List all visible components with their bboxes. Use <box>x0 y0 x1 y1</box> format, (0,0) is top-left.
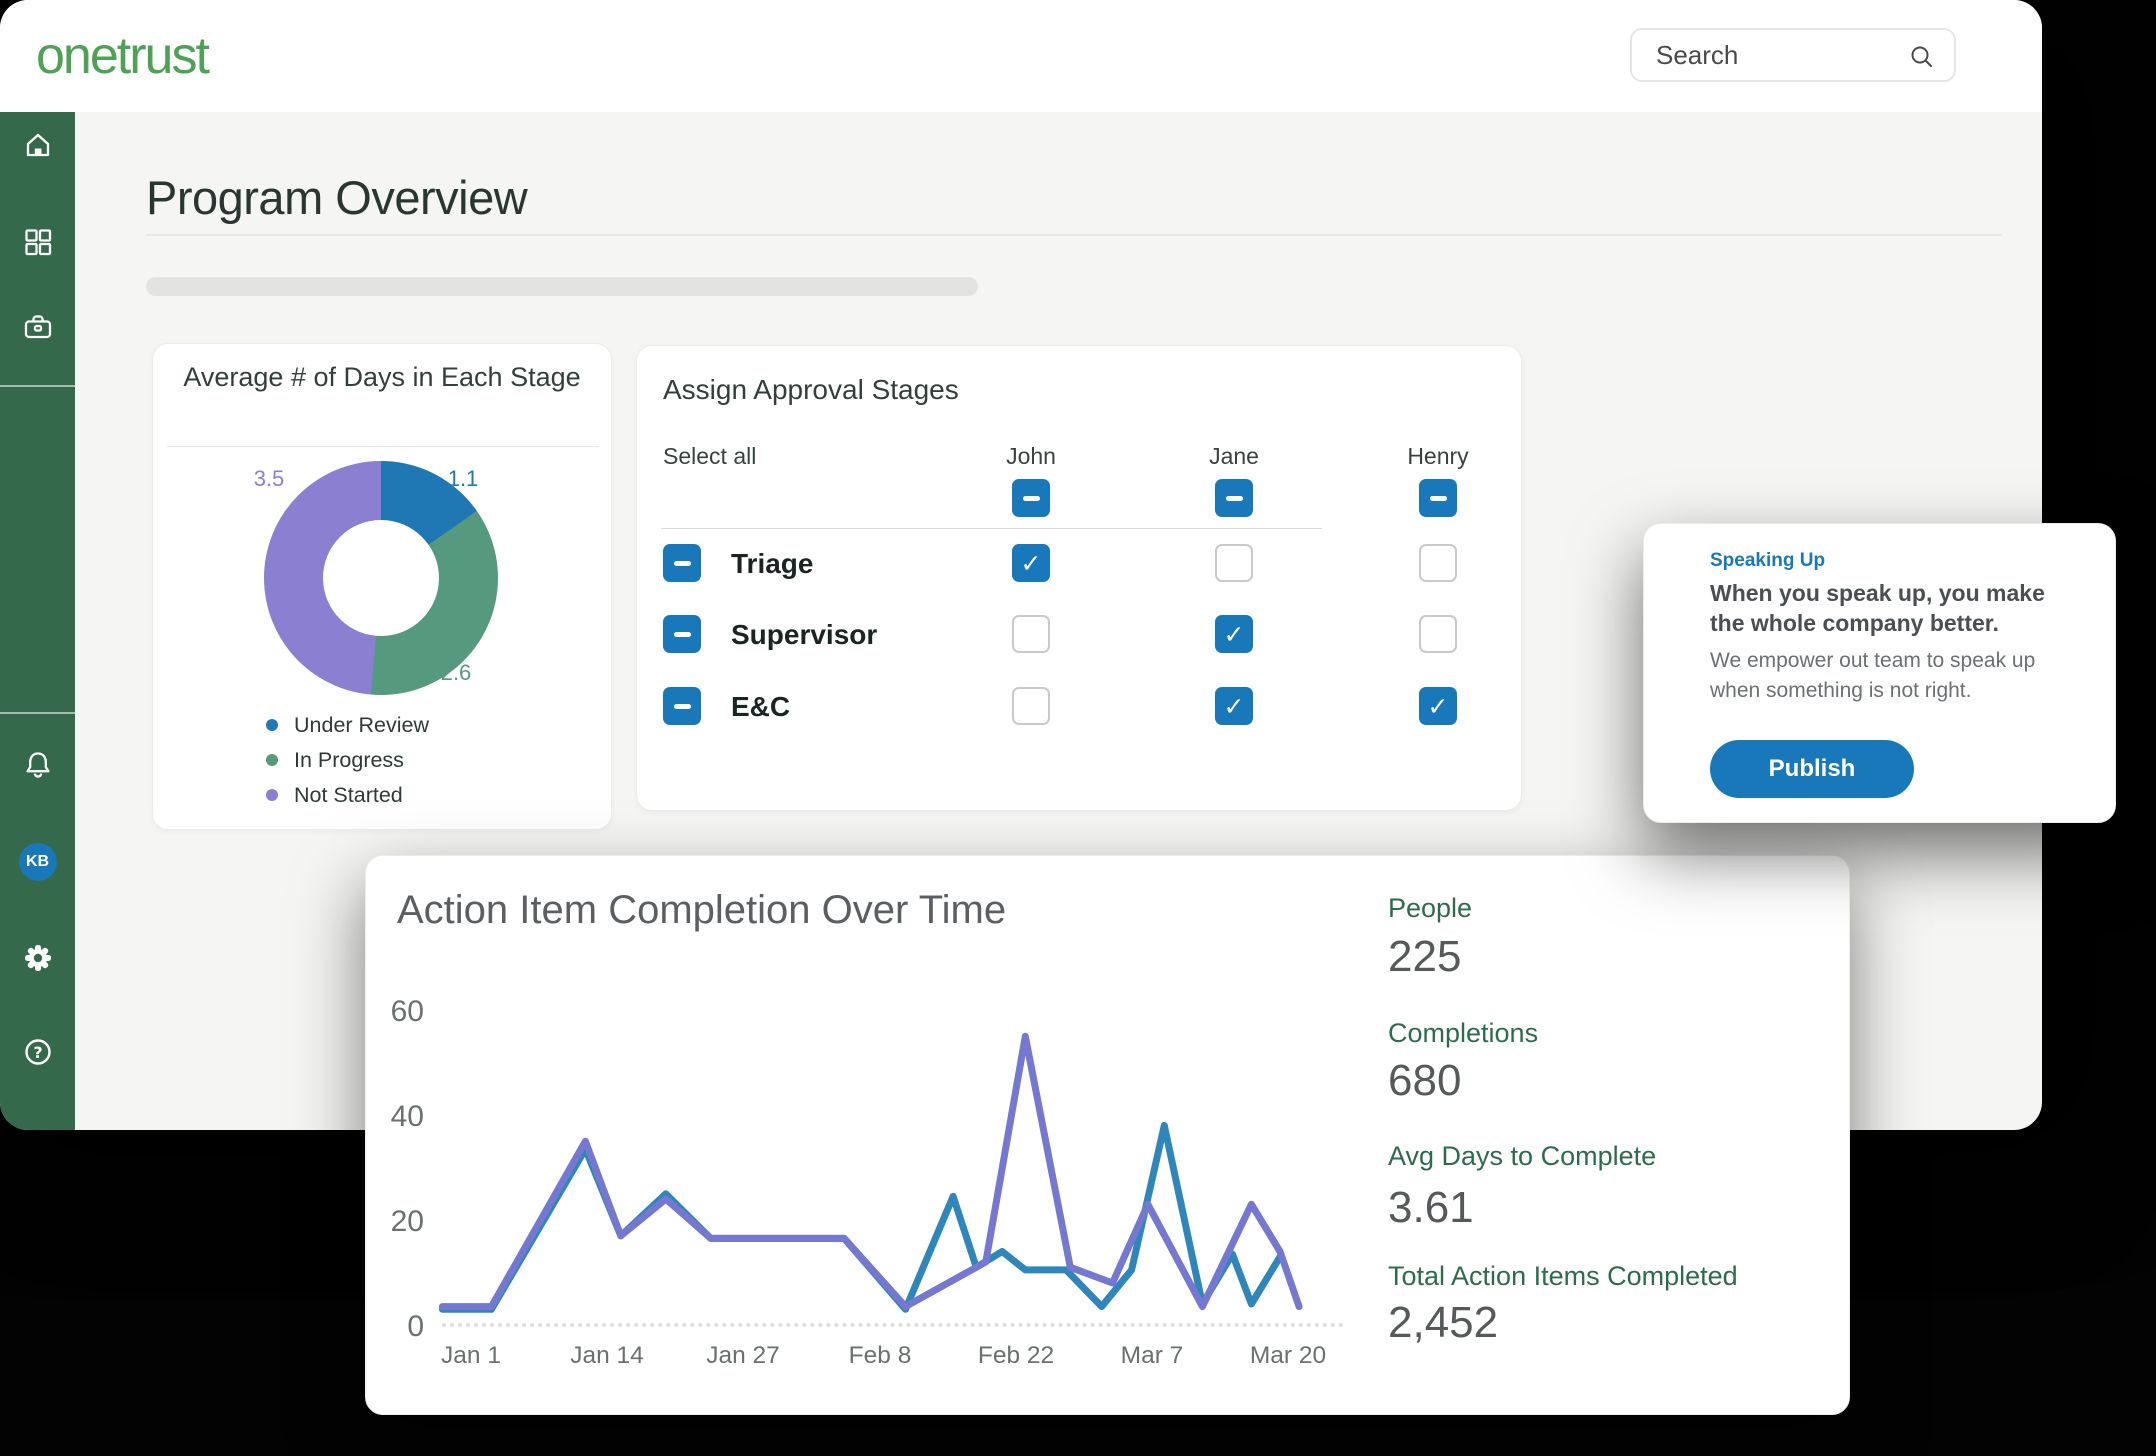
approval-row-ec: E&C <box>637 687 1521 725</box>
x-axis-label: Jan 14 <box>570 1342 644 1370</box>
assign-approval-card: Assign Approval Stages Select all John J… <box>636 345 1522 811</box>
help-icon[interactable]: ? <box>21 1035 55 1074</box>
stat-label: Avg Days to Complete <box>1388 1141 1656 1172</box>
checkbox-triage-jane[interactable] <box>1215 544 1253 582</box>
sidebar-divider-bottom <box>0 712 75 714</box>
brand-logo: onetrust <box>36 26 208 86</box>
x-axis-label: Mar 7 <box>1121 1342 1184 1370</box>
stat-label: Total Action Items Completed <box>1388 1261 1738 1292</box>
search-box[interactable] <box>1630 28 1956 82</box>
legend-label: Not Started <box>294 783 403 808</box>
stage-select-checkbox-ec[interactable] <box>663 687 701 725</box>
select-all-checkbox-henry[interactable] <box>1419 479 1457 517</box>
column-header-jane: Jane <box>1209 443 1259 470</box>
checkbox-supervisor-henry[interactable] <box>1419 615 1457 653</box>
title-divider <box>146 234 2002 236</box>
approval-card-title: Assign Approval Stages <box>663 374 959 406</box>
stat-label: People <box>1388 893 1472 924</box>
stat-label: Completions <box>1388 1018 1538 1049</box>
checkbox-supervisor-john[interactable] <box>1012 615 1050 653</box>
stage-label: E&C <box>731 691 790 723</box>
stat-value: 225 <box>1388 932 1461 982</box>
speaking-up-heading: When you speak up, you make the whole co… <box>1710 578 2070 638</box>
publish-button[interactable]: Publish <box>1710 740 1914 798</box>
approval-row-supervisor: Supervisor <box>637 615 1521 653</box>
page-title: Program Overview <box>146 170 527 225</box>
legend-dot-under-review <box>266 719 278 731</box>
legend-dot-in-progress <box>266 754 278 766</box>
select-all-checkbox-jane[interactable] <box>1215 479 1253 517</box>
publish-button-label: Publish <box>1769 755 1856 783</box>
apps-grid-icon[interactable] <box>21 225 55 264</box>
avg-days-card: Average # of Days in Each Stage 3.5 1.1 … <box>152 343 612 830</box>
stat-value: 2,452 <box>1388 1298 1498 1348</box>
x-axis-label: Feb 8 <box>849 1342 912 1370</box>
x-axis-label: Jan 27 <box>706 1342 780 1370</box>
column-header-john: John <box>1006 443 1056 470</box>
legend-item: Under Review <box>266 712 429 738</box>
donut-value-not-started: 3.5 <box>239 466 299 492</box>
select-all-label: Select all <box>663 443 756 470</box>
legend-item: Not Started <box>266 782 403 808</box>
user-avatar[interactable]: KB <box>19 843 57 881</box>
briefcase-icon[interactable] <box>21 310 55 349</box>
select-all-checkbox-john[interactable] <box>1012 479 1050 517</box>
search-input[interactable] <box>1654 39 1888 72</box>
speaking-up-body: We empower out team to speak up when som… <box>1710 646 2070 706</box>
x-axis-label: Mar 20 <box>1250 1342 1326 1370</box>
stat-value: 3.61 <box>1388 1183 1474 1233</box>
checkbox-supervisor-jane[interactable] <box>1215 615 1253 653</box>
stage-label: Triage <box>731 548 813 580</box>
svg-text:?: ? <box>33 1043 42 1062</box>
loading-bar <box>146 277 978 296</box>
speaking-up-tag: Speaking Up <box>1710 550 1825 572</box>
checkbox-ec-jane[interactable] <box>1215 687 1253 725</box>
checkbox-ec-john[interactable] <box>1012 687 1050 725</box>
stat-value: 680 <box>1388 1056 1461 1106</box>
donut-value-under-review: 1.1 <box>433 466 493 492</box>
donut-hole <box>323 520 439 636</box>
donut-chart-title: Average # of Days in Each Stage <box>153 360 611 394</box>
legend-item: In Progress <box>266 747 404 773</box>
action-item-card: Action Item Completion Over Time 60 40 2… <box>365 855 1850 1415</box>
checkbox-triage-john[interactable] <box>1012 544 1050 582</box>
donut-value-in-progress: 2.6 <box>426 660 486 686</box>
legend-dot-not-started <box>266 789 278 801</box>
x-axis-label: Jan 1 <box>441 1342 501 1370</box>
notifications-bell-icon[interactable] <box>21 748 55 787</box>
line-chart-svg <box>366 856 1851 1416</box>
approval-header-divider <box>661 528 1322 529</box>
home-icon[interactable] <box>21 128 55 167</box>
search-icon <box>1908 43 1936 71</box>
checkbox-triage-henry[interactable] <box>1419 544 1457 582</box>
stage-select-checkbox-triage[interactable] <box>663 544 701 582</box>
sidebar-divider-top <box>0 385 75 387</box>
legend-label: Under Review <box>294 713 429 738</box>
approval-row-triage: Triage <box>637 544 1521 582</box>
app-header: onetrust <box>0 0 2042 112</box>
x-axis-label: Feb 22 <box>978 1342 1054 1370</box>
stage-select-checkbox-supervisor[interactable] <box>663 615 701 653</box>
donut-card-divider <box>167 446 599 447</box>
settings-gear-icon[interactable] <box>21 941 55 980</box>
column-header-henry: Henry <box>1407 443 1468 470</box>
sidebar: KB ? <box>0 112 75 1130</box>
stage-label: Supervisor <box>731 619 877 651</box>
speaking-up-card: Speaking Up When you speak up, you make … <box>1643 523 2116 823</box>
legend-label: In Progress <box>294 748 404 773</box>
checkbox-ec-henry[interactable] <box>1419 687 1457 725</box>
